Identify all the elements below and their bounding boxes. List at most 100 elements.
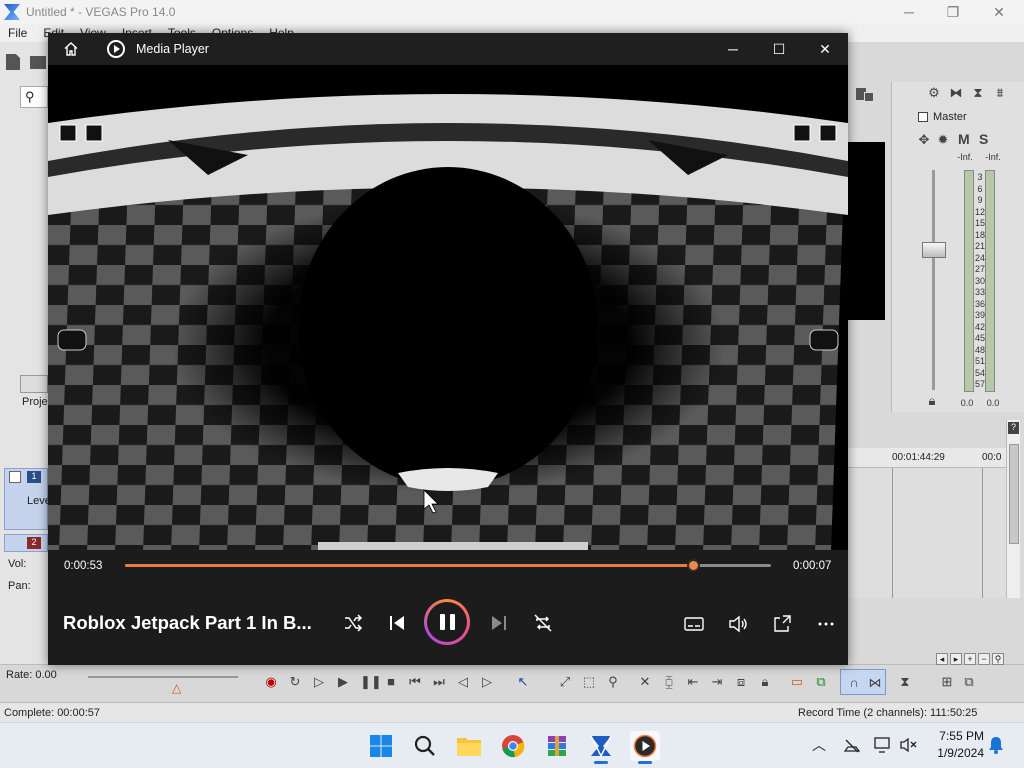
vegas-running-indicator [594,761,608,764]
video-track-header[interactable]: 1 Leve [4,468,51,530]
audio-track-header[interactable]: 2 [4,534,48,552]
delete-icon[interactable]: ✕ [638,675,652,689]
trim-end-icon[interactable]: ⇥ [710,675,724,689]
search-button[interactable] [410,731,440,761]
volume-icon[interactable] [727,613,749,635]
vegas-minimize-button[interactable]: ─ [886,0,932,24]
pan-label: Pan: [8,580,31,592]
next-icon[interactable] [488,612,510,634]
master-fader-knob[interactable] [922,242,946,258]
lock-icon[interactable]: 🔒︎ [925,394,939,408]
start-button[interactable] [366,731,396,761]
shuffle-icon[interactable] [342,612,364,634]
media-player-taskbar-button[interactable] [630,731,660,764]
repeat-off-icon[interactable] [532,612,554,634]
settings-gear-icon[interactable]: ⚙ [927,86,941,100]
paste-icon[interactable] [854,86,878,102]
master-label: Master [933,111,967,123]
vegas-maximize-button[interactable]: ❐ [930,0,976,24]
region-icon[interactable]: ⧉ [814,675,828,689]
notification-bell-icon[interactable] [987,735,1005,755]
search-box[interactable]: ⚲ [20,86,48,108]
stop-icon[interactable]: ■ [384,675,398,689]
prev-frame-icon[interactable]: ◁ [456,675,470,689]
clock-time[interactable]: 7:55 PM [934,729,984,743]
snap-icon[interactable]: ∩ [847,676,861,690]
track-number: 1 [27,471,41,483]
scroll-thumb[interactable] [1009,444,1019,544]
lock-events-icon[interactable]: 🔒︎ [758,675,772,689]
mini-player-icon[interactable] [771,613,793,635]
play-from-start-icon[interactable]: ▷ [312,675,326,689]
timeline-ruler[interactable]: 00:01:44:29 00:0 [848,448,1008,468]
zoom-out-button[interactable]: − [978,653,990,665]
winrar-button[interactable] [542,731,572,761]
vegas-close-button[interactable]: ✕ [976,0,1022,24]
file-explorer-button[interactable] [454,731,484,761]
more-options-icon[interactable] [815,613,837,635]
selection-tool-icon[interactable]: ⬚ [582,675,596,689]
downmix-icon[interactable]: ⧓ [949,86,963,100]
network-icon[interactable] [843,737,861,753]
chrome-button[interactable] [498,731,528,761]
marker-icon[interactable]: ▭ [790,675,804,689]
zoom-tool-button[interactable]: ⚲ [992,653,1004,665]
pause-icon[interactable]: ❚❚ [360,675,382,689]
envelope-tool-icon[interactable]: ⤢ [558,675,572,689]
mixer-settings-icon[interactable]: ⩩ [993,86,1007,100]
video-content [48,65,848,550]
captions-icon[interactable] [683,613,705,635]
zoom-tool-icon[interactable]: ⚲ [606,675,620,689]
ignore-grouping-icon[interactable]: ⧉ [962,675,976,689]
split-icon[interactable]: ⧈ [734,675,748,689]
menu-file[interactable]: File [8,26,27,40]
master-bus-panel: ⚙ ⧓ ⧗ ⩩ Master ✥ ✹ M S -Inf. -Inf. 3 6 9… [891,82,1024,412]
scroll-left-button[interactable]: ◂ [936,653,948,665]
display-icon[interactable] [873,736,893,754]
new-file-icon[interactable] [6,54,20,70]
vegas-taskbar-button[interactable] [586,731,616,764]
solo-button[interactable]: S [979,131,988,147]
player-maximize-button[interactable]: ☐ [756,33,802,65]
mute-button[interactable]: M [958,131,970,147]
project-tab[interactable]: Proje [22,396,48,408]
play-pause-button[interactable] [424,599,470,645]
song-title[interactable]: Roblox Jetpack Part 1 In B... [63,612,312,634]
go-to-start-icon[interactable]: ⏮ [408,675,422,689]
speaker-muted-icon[interactable] [899,736,919,754]
next-frame-icon[interactable]: ▷ [480,675,494,689]
track-expand-icon[interactable] [9,471,21,483]
vertical-scrollbar[interactable]: ? [1006,420,1020,598]
move-icon[interactable]: ✥ [917,133,931,147]
explorer-scroll[interactable] [20,375,48,393]
auto-crossfade-icon[interactable]: ⋈ [868,676,882,690]
timeline-area[interactable] [848,468,1008,598]
player-close-button[interactable]: ✕ [802,33,848,65]
open-folder-icon[interactable] [30,56,46,69]
pause-icon [427,602,467,642]
dim-icon[interactable]: ⧗ [971,86,985,100]
trim-icon[interactable]: ⧮ [662,675,676,689]
video-frame[interactable] [48,65,848,550]
show-hidden-icons-chevron-icon[interactable]: ︿ [812,735,826,755]
player-minimize-button[interactable]: ─ [710,33,756,65]
peak-left: -Inf. [957,152,973,162]
zoom-in-button[interactable]: + [964,653,976,665]
home-icon[interactable] [63,41,79,57]
master-checkbox[interactable] [918,112,928,122]
seek-bar[interactable] [125,559,771,572]
go-to-end-icon[interactable]: ⏭ [432,675,446,689]
clock-date[interactable]: 1/9/2024 [928,746,984,760]
record-icon[interactable]: ◉ [264,675,278,689]
trim-start-icon[interactable]: ⇤ [686,675,700,689]
play-icon[interactable]: ▶ [336,675,350,689]
ripple-icon[interactable]: ⧗ [898,675,912,689]
loop-icon[interactable]: ↻ [288,675,302,689]
previous-icon[interactable] [386,612,408,634]
rate-slider[interactable] [88,676,238,678]
normal-edit-tool-icon[interactable]: ↖ [516,675,530,689]
fx-icon[interactable]: ✹ [936,133,950,147]
lock-envelopes-icon[interactable]: ⊞ [940,675,954,689]
level-value-left: 0.0 [960,398,974,408]
scroll-right-button[interactable]: ▸ [950,653,962,665]
